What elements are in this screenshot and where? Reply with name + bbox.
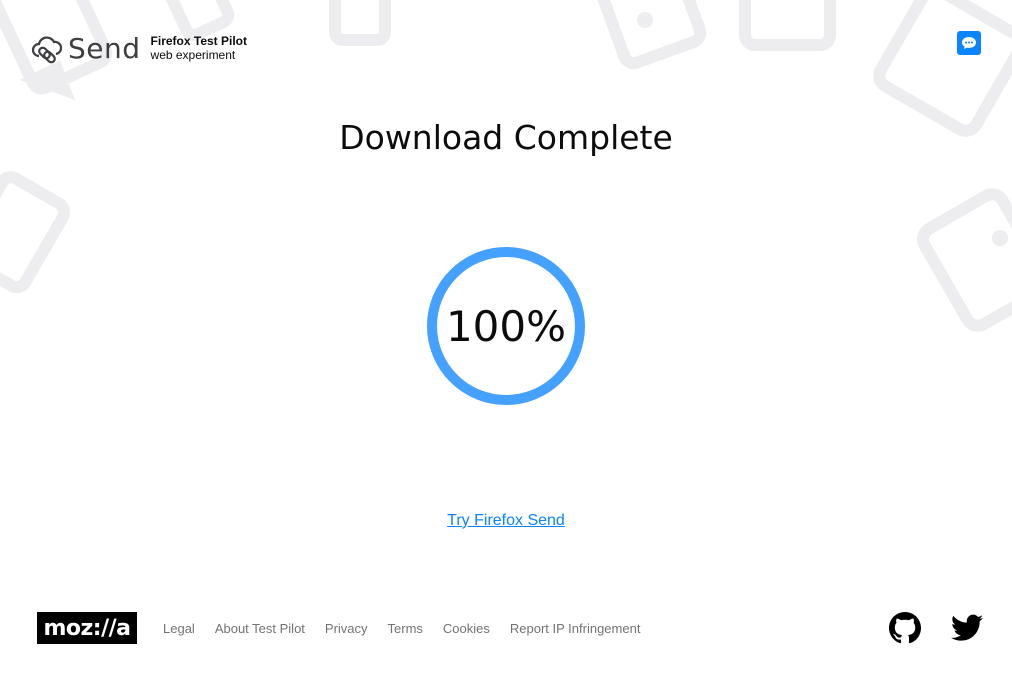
try-firefox-send-link[interactable]: Try Firefox Send: [447, 512, 565, 529]
download-progress: 100%: [426, 246, 586, 406]
decor-music-icon-2: [329, 0, 391, 46]
footer-link-legal[interactable]: Legal: [163, 621, 195, 636]
send-cloud-link-icon[interactable]: [30, 32, 62, 64]
decor-image-icon-2: [0, 171, 71, 294]
decor-image-icon-4: [916, 188, 1012, 332]
cta-container: Try Firefox Send: [0, 512, 1012, 530]
github-icon: [889, 612, 921, 644]
feedback-button[interactable]: [957, 31, 981, 55]
test-pilot-subtitle: web experiment: [150, 48, 236, 62]
social-links: [859, 612, 983, 644]
footer-links: Legal About Test Pilot Privacy Terms Coo…: [163, 621, 660, 636]
decor-image-icon-3: [592, 0, 707, 70]
footer-link-terms[interactable]: Terms: [388, 621, 423, 636]
chat-bubble-icon: [962, 37, 976, 49]
footer-link-privacy[interactable]: Privacy: [325, 621, 368, 636]
github-link[interactable]: [889, 612, 921, 644]
site-header: Send Firefox Test Pilot web experiment: [30, 28, 247, 68]
progress-percent: 100%: [445, 301, 567, 351]
test-pilot-title: Firefox Test Pilot: [150, 34, 247, 48]
test-pilot-caption: Firefox Test Pilot web experiment: [151, 34, 247, 62]
decor-doc-icon: [873, 0, 1012, 137]
twitter-link[interactable]: [951, 612, 983, 644]
decor-music-icon: [739, 0, 836, 51]
page-title: Download Complete: [339, 118, 673, 157]
twitter-icon: [951, 614, 983, 641]
site-footer: moz://a Legal About Test Pilot Privacy T…: [37, 612, 983, 644]
footer-link-report-ip[interactable]: Report IP Infringement: [510, 621, 641, 636]
footer-link-cookies[interactable]: Cookies: [443, 621, 490, 636]
footer-link-about-test-pilot[interactable]: About Test Pilot: [215, 621, 305, 636]
brand-name[interactable]: Send: [68, 32, 141, 65]
mozilla-logo[interactable]: moz://a: [37, 612, 137, 644]
